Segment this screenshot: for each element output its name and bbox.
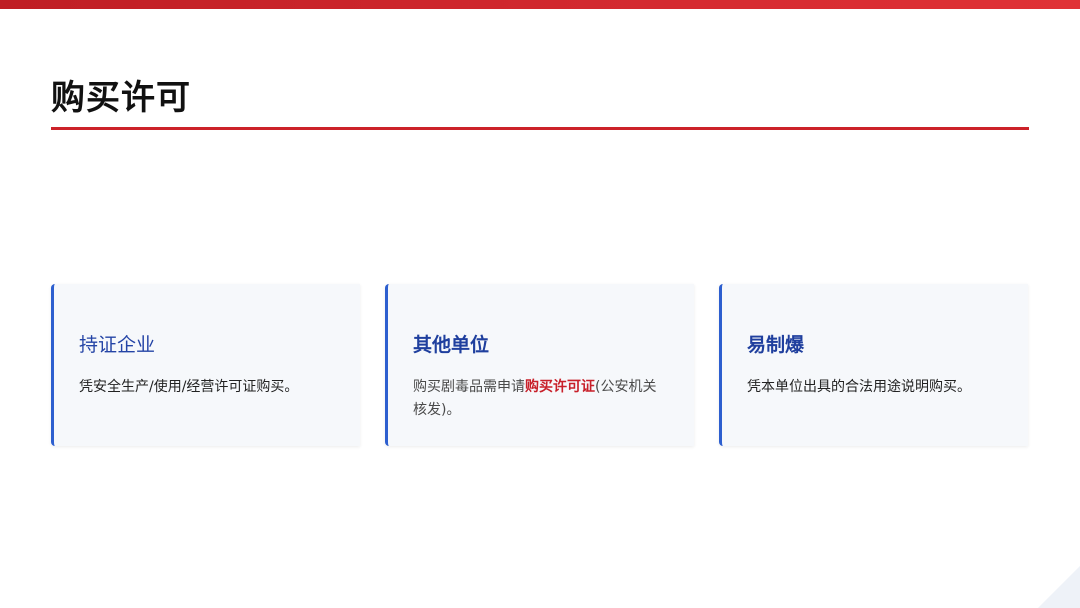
corner-decoration xyxy=(1038,566,1080,608)
card-heading: 易制爆 xyxy=(747,334,805,356)
card-licensed-enterprise: 持证企业 凭安全生产/使用/经营许可证购买。 xyxy=(51,284,360,446)
page-title: 购买许可 xyxy=(51,78,191,118)
card-explosive-precursors: 易制爆 凭本单位出具的合法用途说明购买。 xyxy=(719,284,1028,446)
card-body-text: 购买剧毒品需申请 xyxy=(413,379,525,395)
title-underline xyxy=(51,127,1029,130)
card-heading: 其他单位 xyxy=(413,334,490,356)
card-body: 购买剧毒品需申请购买许可证(公安机关核发)。 xyxy=(413,376,670,422)
card-body-emphasis: 购买许可证 xyxy=(525,379,595,395)
card-body: 凭安全生产/使用/经营许可证购买。 xyxy=(79,379,299,395)
card-heading: 持证企业 xyxy=(79,334,156,356)
top-accent-bar xyxy=(0,0,1080,9)
card-row: 持证企业 凭安全生产/使用/经营许可证购买。 其他单位 购买剧毒品需申请购买许可… xyxy=(51,284,1029,446)
card-other-units: 其他单位 购买剧毒品需申请购买许可证(公安机关核发)。 xyxy=(385,284,694,446)
card-body: 凭本单位出具的合法用途说明购买。 xyxy=(747,379,971,395)
slide: 购买许可 持证企业 凭安全生产/使用/经营许可证购买。 其他单位 购买剧毒品需申… xyxy=(0,0,1080,608)
